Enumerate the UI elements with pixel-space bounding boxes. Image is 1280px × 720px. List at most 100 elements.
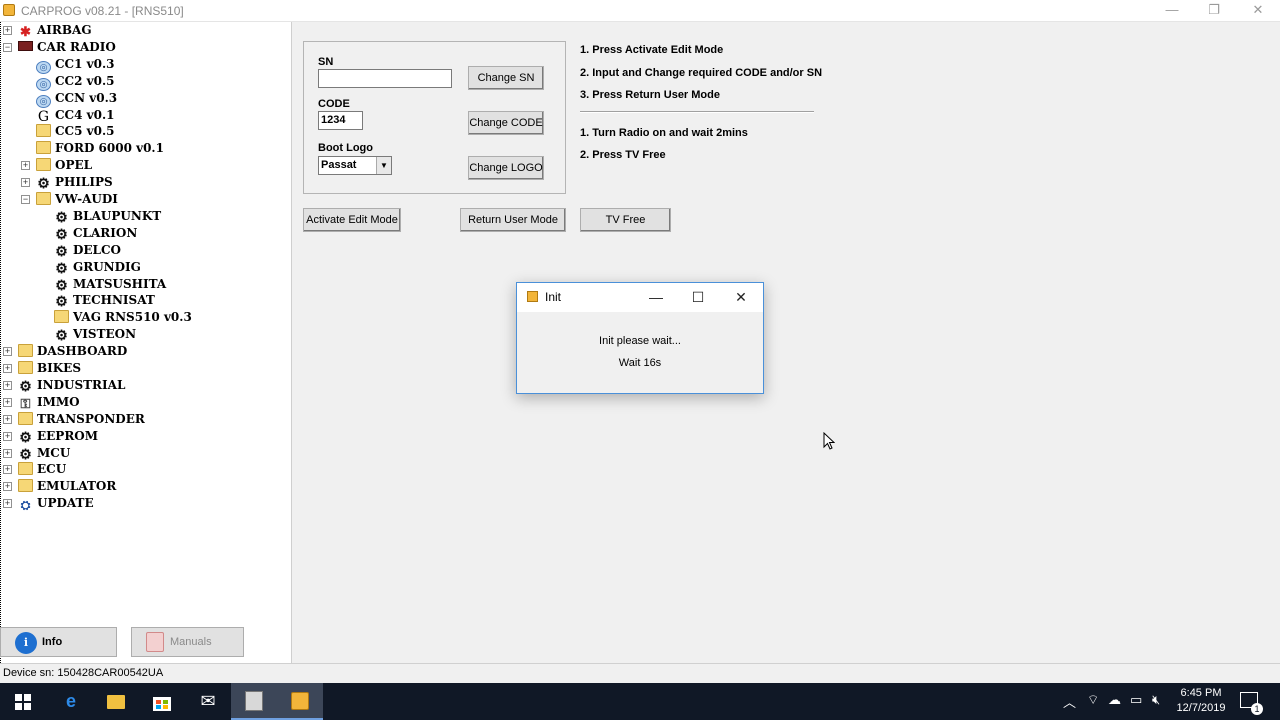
collapse-icon[interactable]: − [3,42,12,52]
tree-node-label: BLAUPUNKT [73,208,162,223]
expand-icon[interactable]: + [3,465,12,475]
status-bar: Device sn: 150428CAR00542UA [0,663,1280,683]
tree-node-ford-6000-v0-1[interactable]: FORD 6000 v0.1 [36,140,164,157]
tree-node-eeprom[interactable]: + ⚙ EEPROM [3,428,98,445]
tree-node-technisat[interactable]: ⚙ TECHNISAT [54,292,155,309]
expand-icon[interactable]: + [3,482,12,492]
mail-icon[interactable]: ✉ [185,683,231,720]
dialog-app-icon [527,291,538,302]
tree-node-update[interactable]: + ⛭ UPDATE [3,495,94,512]
store-icon[interactable] [139,683,185,720]
tree-node-label: EMULATOR [37,479,117,494]
show-hidden-icons-chevron-icon[interactable]: ︿ [1063,692,1076,711]
folder-icon [36,158,51,172]
disk-shape [245,691,263,711]
tv-free-button[interactable]: TV Free [580,208,671,232]
immo-icon: ⚿ [20,396,31,412]
code-input[interactable]: 1234 [318,111,363,130]
boot-logo-select[interactable]: Passat ▼ [318,156,392,175]
windows-logo-icon [15,694,31,710]
minimize-button[interactable]: — [1150,0,1194,22]
tree-node-ecu[interactable]: + ECU [3,461,66,478]
return-user-mode-button[interactable]: Return User Mode [460,208,566,232]
change-code-button[interactable]: Change CODE [468,111,544,135]
dialog-close-icon[interactable]: ✕ [728,287,754,307]
disk-app-icon[interactable] [231,683,277,720]
tree-node-car-radio[interactable]: − CAR RADIO [3,39,116,56]
expand-icon[interactable]: + [3,499,12,509]
info-icon: i [15,632,37,654]
tree-node-label: VW-AUDI [55,192,118,206]
folder-icon [54,310,69,324]
carprog-shape [291,692,309,710]
system-clock[interactable]: 6:45 PM 12/7/2019 [1166,686,1236,716]
tree-node-matsushita[interactable]: ⚙ MATSUSHITA [54,276,166,293]
activate-edit-mode-button[interactable]: Activate Edit Mode [303,208,401,232]
info-button[interactable]: i Info [0,627,117,657]
tree-node-grundig[interactable]: ⚙ GRUNDIG [54,259,141,276]
chevron-down-icon[interactable]: ▼ [376,157,391,174]
tree-node-cc1-v0-3[interactable]: ◎ CC1 v0.3 [36,56,115,74]
tree-node-label: PHILIPS [55,175,113,190]
tree-node-vw-audi[interactable]: − VW-AUDI [21,191,118,208]
tree-node-label: GRUNDIG [73,259,141,274]
onedrive-cloud-icon[interactable]: ☁ [1108,692,1121,708]
tree-node-immo[interactable]: + ⚿ IMMO [3,394,80,412]
tree-node-label: MATSUSHITA [73,276,167,291]
tree-node-blaupunkt[interactable]: ⚙ BLAUPUNKT [54,208,161,225]
action-center-icon[interactable]: 1 [1240,692,1263,715]
expand-icon[interactable]: + [3,397,12,407]
expand-icon[interactable]: + [3,347,12,357]
expand-icon[interactable]: + [3,448,12,458]
tree-node-label: MCU [37,445,71,460]
tree-node-mcu[interactable]: + ⚙ MCU [3,445,71,462]
tree-node-visteon[interactable]: ⚙ VISTEON [54,326,136,343]
volume-muted-icon[interactable]: 🔇︎ [1152,692,1160,708]
tree-node-label: CC1 v0.3 [55,56,115,71]
tree-node-delco[interactable]: ⚙ DELCO [54,242,121,259]
file-explorer-icon[interactable] [93,683,139,720]
change-sn-button[interactable]: Change SN [468,66,544,90]
tree-node-airbag[interactable]: + ✱ AIRBAG [3,22,92,39]
change-logo-button[interactable]: Change LOGO [468,156,544,180]
carprog-taskbar-icon[interactable] [277,683,323,720]
tree-node-ccn-v0-3[interactable]: ◎ CCN v0.3 [36,90,117,108]
folder-icon [18,411,33,425]
tree-node-cc2-v0-5[interactable]: ◎ CC2 v0.5 [36,73,114,91]
restore-button[interactable]: ❐ [1192,0,1236,22]
tree-node-transponder[interactable]: + TRANSPONDER [3,411,145,428]
sn-input[interactable] [318,69,452,88]
tree-node-cc5-v0-5[interactable]: CC5 v0.5 [36,123,114,140]
tree-node-bikes[interactable]: + BIKES [3,360,81,377]
tree-node-dashboard[interactable]: + DASHBOARD [3,343,127,360]
dialog-maximize-icon[interactable]: ☐ [685,287,711,307]
edge-icon[interactable]: e [48,683,94,720]
pdf-icon [146,632,164,652]
close-button[interactable]: ✕ [1236,0,1280,22]
manuals-button[interactable]: Manuals [131,627,244,657]
chip-icon: ⚙ [55,243,68,260]
expand-icon[interactable]: + [3,414,12,424]
dialog-message: Init please wait... [599,335,681,347]
tree-node-clarion[interactable]: ⚙ CLARION [54,225,137,242]
network-icon[interactable]: ⌔ [1087,692,1099,708]
expand-icon[interactable]: + [21,178,30,188]
expand-icon[interactable]: + [3,431,12,441]
expand-icon[interactable]: + [21,161,30,171]
collapse-icon[interactable]: − [21,195,30,204]
tree-node-label: INDUSTRIAL [37,377,126,392]
tree-node-opel[interactable]: + OPEL [21,157,92,174]
tree-node-emulator[interactable]: + EMULATOR [3,478,117,495]
expand-icon[interactable]: + [3,380,12,390]
tree-node-industrial[interactable]: + ⚙ INDUSTRIAL [3,377,126,394]
start-button[interactable] [0,683,46,720]
tree-node-vag-rns510-v0-3[interactable]: VAG RNS510 v0.3 [54,309,192,326]
expand-icon[interactable]: + [3,26,12,35]
tree-node-philips[interactable]: + ⚙ PHILIPS [21,174,113,191]
expand-icon[interactable]: + [3,364,12,373]
dialog-minimize-icon[interactable]: — [643,287,669,307]
g-icon: G [37,108,50,125]
instruction-step-3: 3. Press Return User Mode [580,89,720,101]
battery-icon[interactable]: ▭ [1130,692,1142,708]
tree-node-cc4-v0-1[interactable]: G CC4 v0.1 [36,107,115,125]
